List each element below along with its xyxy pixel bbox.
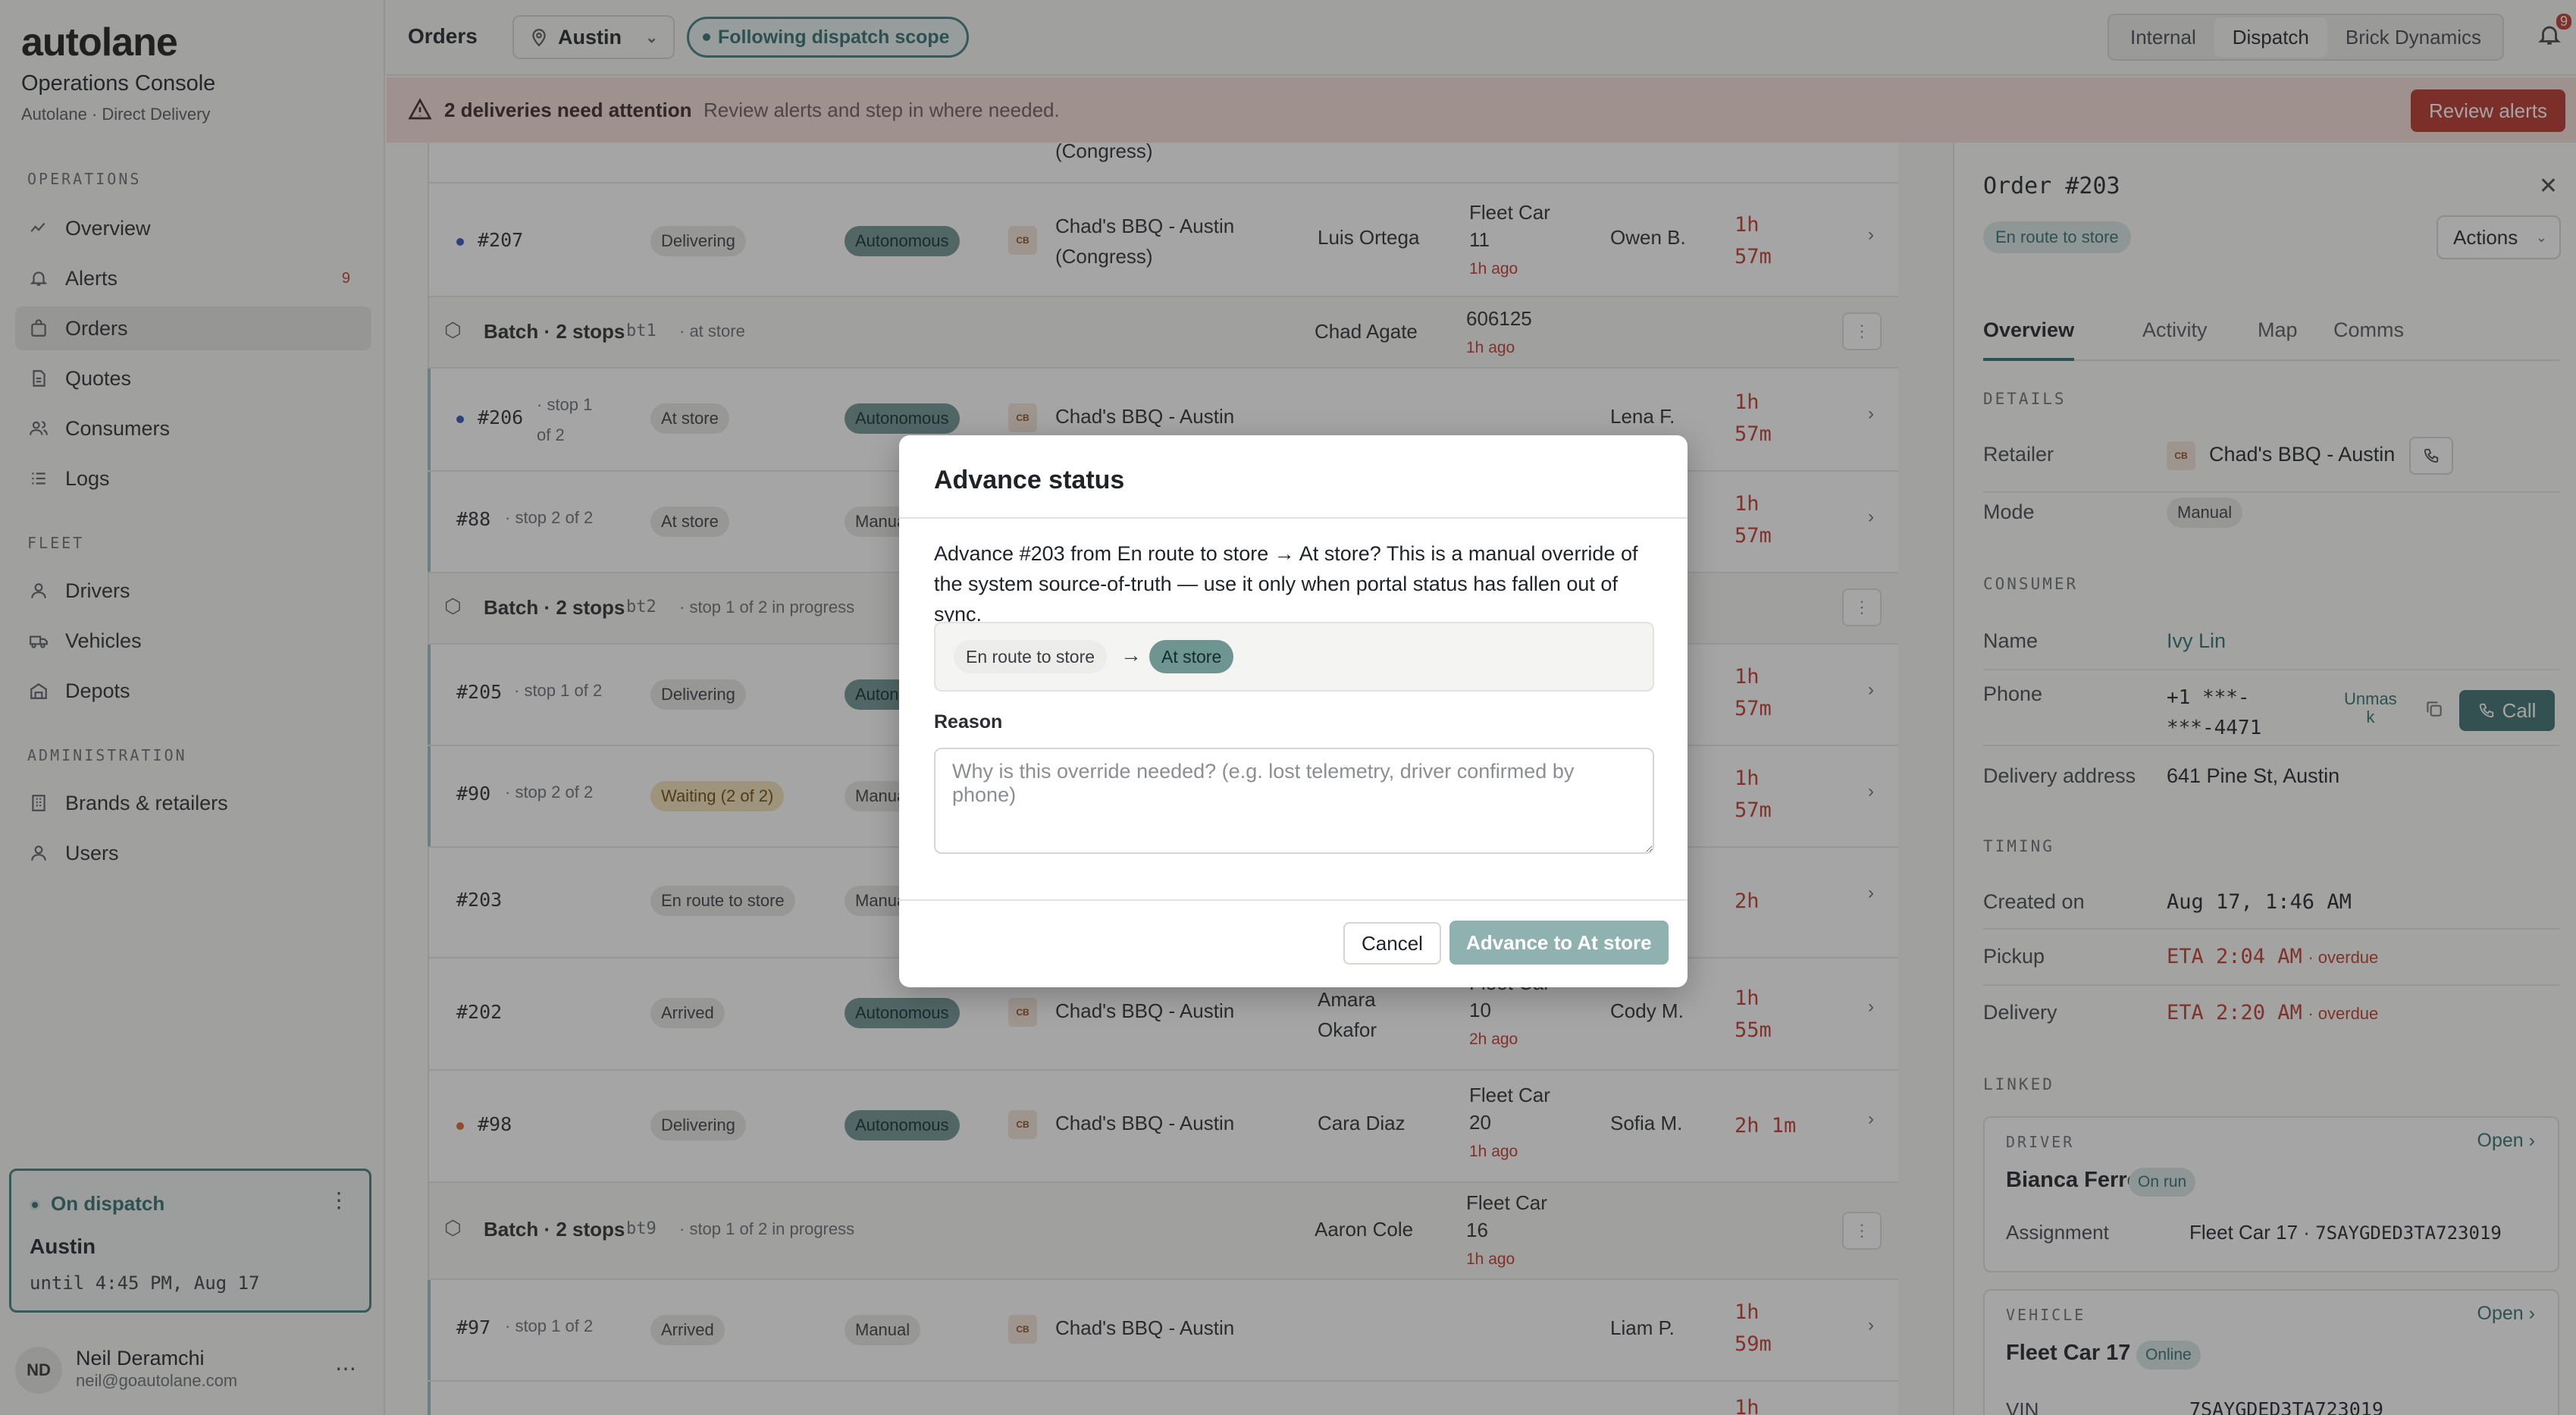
reason-label: Reason: [934, 711, 1003, 733]
to-status-badge: At store: [1149, 640, 1234, 673]
status-transition: En route to store → At store: [934, 622, 1654, 692]
cancel-button[interactable]: Cancel: [1343, 922, 1441, 965]
advance-to-at-store-button[interactable]: Advance to At store: [1449, 921, 1669, 965]
dialog-body: Advance #203 from En route to store → At…: [934, 542, 1638, 626]
dialog-title: Advance status: [934, 466, 1125, 494]
advance-status-dialog: Advance status Advance #203 from En rout…: [899, 435, 1688, 987]
arrow-right-icon: →: [1120, 643, 1142, 667]
reason-textarea[interactable]: [934, 748, 1654, 854]
from-status-badge: En route to store: [954, 640, 1108, 673]
